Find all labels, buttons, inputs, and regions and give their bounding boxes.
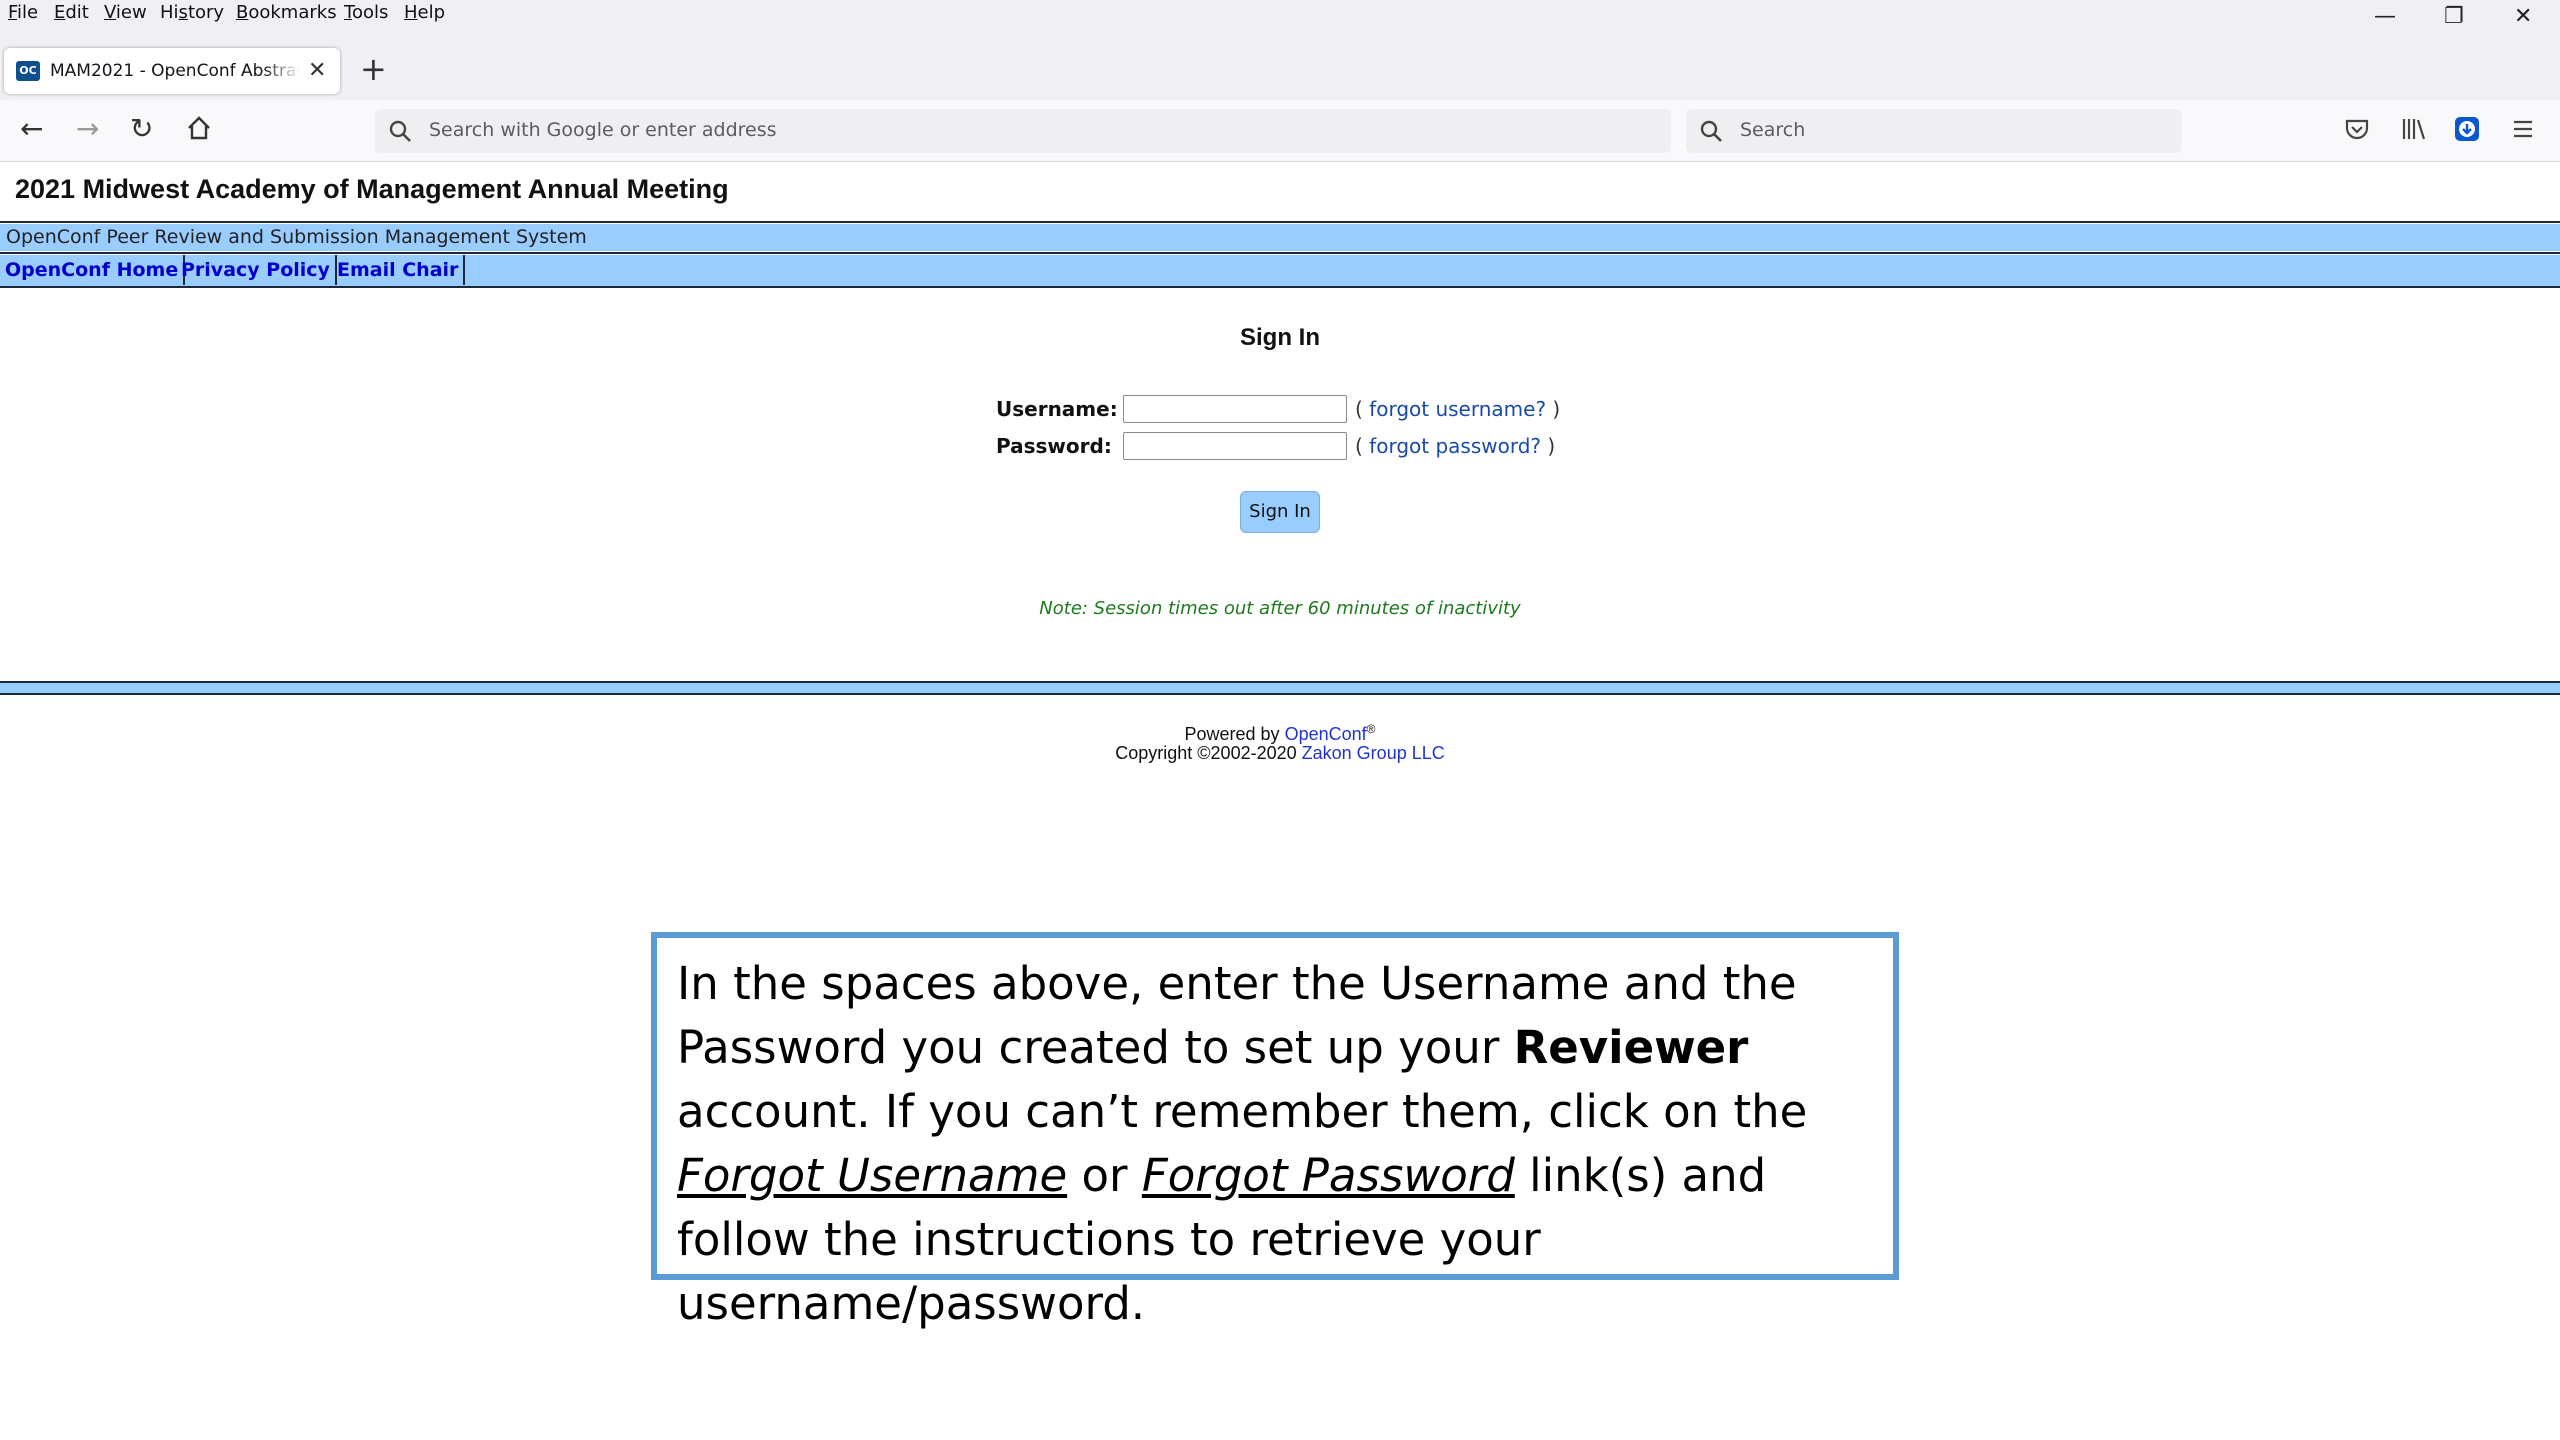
library-icon[interactable] [2398, 114, 2428, 144]
menu-edit[interactable]: Edit [54, 2, 89, 23]
signin-button[interactable]: Sign In [1240, 491, 1320, 533]
nav-link-privacy-policy[interactable]: Privacy Policy [176, 255, 337, 285]
system-banner: OpenConf Peer Review and Submission Mana… [0, 224, 2560, 251]
forgot-password: ( forgot password? ) [1355, 434, 1556, 458]
hamburger-menu-icon[interactable] [2508, 114, 2538, 144]
nav-link-email-chair[interactable]: Email Chair [332, 255, 466, 285]
address-bar[interactable]: Search with Google or enter address [375, 109, 1671, 153]
home-icon[interactable] [185, 114, 213, 149]
menu-file[interactable]: File [8, 2, 38, 23]
tab-title: MAM2021 - OpenConf Abstract Management [50, 61, 300, 81]
copyright: Copyright ©2002-2020 Zakon Group LLC [1115, 743, 1445, 763]
session-timeout-note: Note: Session times out after 60 minutes… [1039, 598, 1521, 619]
site-nav: OpenConf Home Privacy Policy Email Chair [0, 255, 2560, 286]
forgot-username: ( forgot username? ) [1355, 397, 1561, 421]
banner-divider [0, 252, 2560, 254]
nav-divider [0, 286, 2560, 288]
menu-history[interactable]: History [160, 2, 224, 23]
openconf-favicon-icon: OC [16, 61, 40, 81]
menu-bookmarks[interactable]: Bookmarks [236, 2, 337, 23]
zakon-group-link[interactable]: Zakon Group LLC [1302, 743, 1445, 763]
close-tab-icon[interactable]: ✕ [308, 57, 326, 83]
username-input[interactable] [1123, 395, 1347, 423]
password-input[interactable] [1123, 432, 1347, 460]
forgot-username-link[interactable]: forgot username? [1369, 397, 1546, 421]
minimize-icon[interactable]: — [2374, 4, 2396, 29]
tab-active[interactable]: OC MAM2021 - OpenConf Abstract Managemen… [4, 48, 340, 94]
address-placeholder: Search with Google or enter address [429, 119, 777, 141]
username-label: Username: [996, 397, 1118, 421]
page-title: 2021 Midwest Academy of Management Annua… [15, 174, 729, 204]
download-icon[interactable] [2452, 114, 2482, 144]
menu-view[interactable]: View [104, 2, 147, 23]
system-name: OpenConf Peer Review and Submission Mana… [6, 226, 587, 248]
reload-icon[interactable]: ↻ [130, 112, 153, 145]
nav-link-openconf-home[interactable]: OpenConf Home [0, 255, 186, 285]
new-tab-icon[interactable]: + [360, 50, 387, 88]
close-window-icon[interactable]: ✕ [2514, 4, 2532, 29]
search-bar[interactable]: Search [1686, 109, 2182, 153]
signin-heading: Sign In [1240, 324, 1320, 351]
navigation-toolbar: ← → ↻ Search with Google or enter addres… [0, 100, 2560, 162]
footer-band [0, 681, 2560, 695]
openconf-link[interactable]: OpenConf [1285, 724, 1367, 744]
menu-bar: File Edit View History Bookmarks Tools H… [0, 0, 2560, 30]
powered-by: Powered by OpenConf® [1184, 722, 1376, 744]
menu-tools[interactable]: Tools [344, 2, 388, 23]
forgot-password-link[interactable]: forgot password? [1369, 434, 1541, 458]
pocket-icon[interactable] [2342, 114, 2372, 144]
header-divider [0, 221, 2560, 223]
back-icon[interactable]: ← [20, 112, 43, 145]
restore-icon[interactable]: ❐ [2444, 4, 2464, 29]
forward-icon[interactable]: → [76, 112, 99, 145]
search-placeholder: Search [1740, 119, 1806, 141]
password-label: Password: [996, 434, 1112, 458]
instruction-callout: In the spaces above, enter the Username … [651, 932, 1899, 1330]
search-icon [389, 120, 411, 142]
menu-help[interactable]: Help [404, 2, 445, 23]
search-icon [1700, 120, 1722, 142]
tab-strip: OC MAM2021 - OpenConf Abstract Managemen… [0, 30, 2560, 100]
